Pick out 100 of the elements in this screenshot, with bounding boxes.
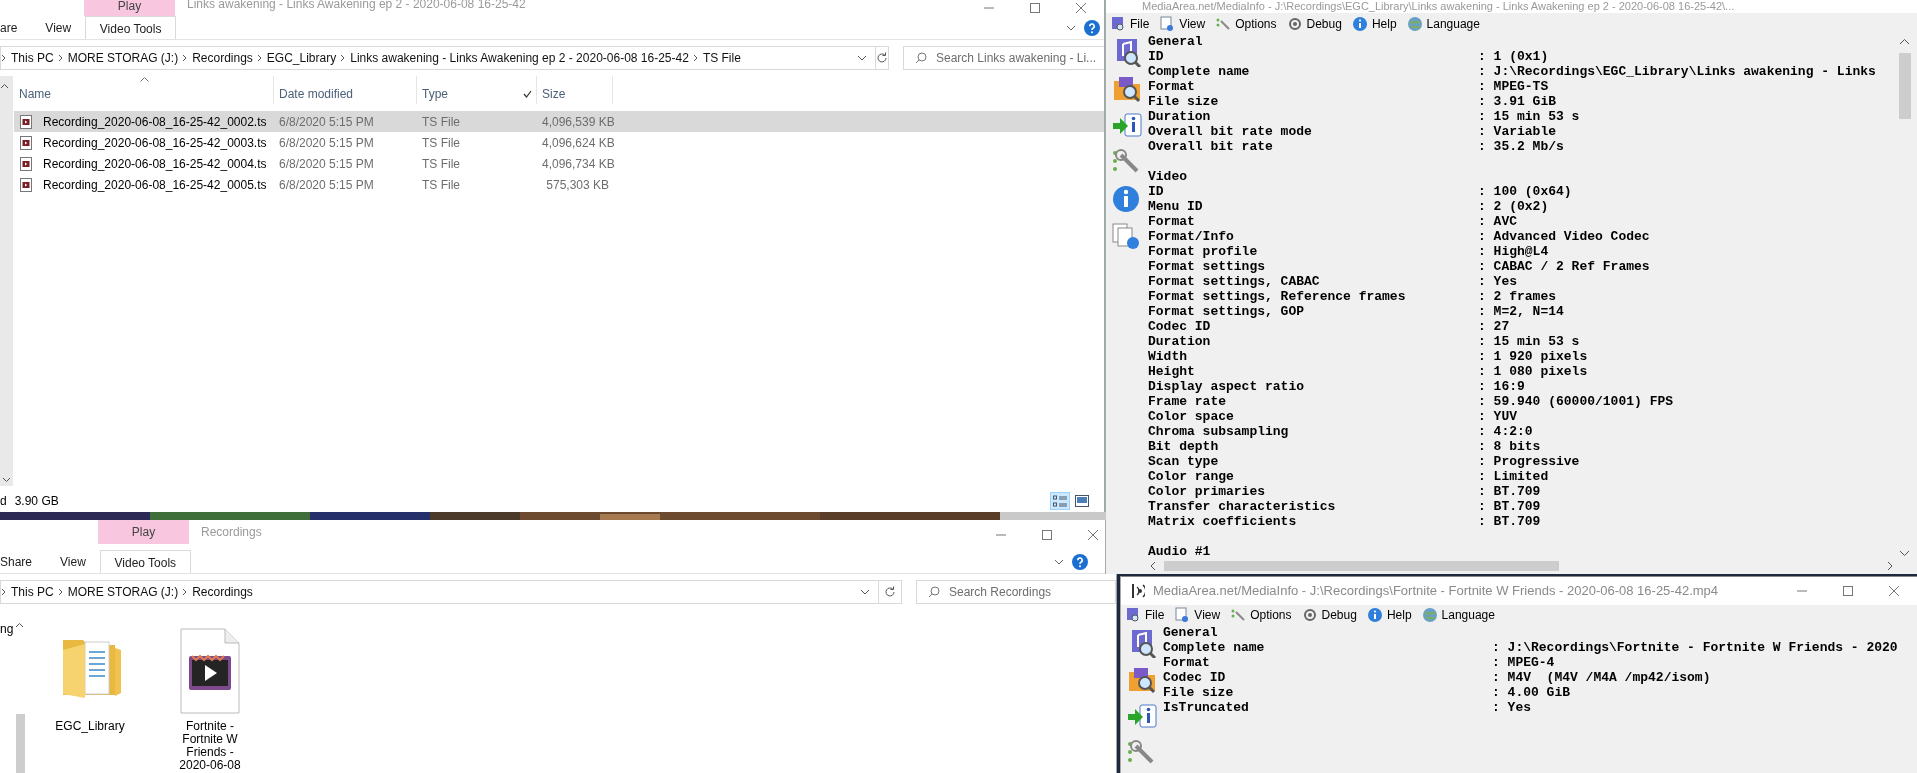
close-icon[interactable]: [1088, 530, 1098, 540]
field-value: : AVC: [1478, 214, 1517, 229]
maximize-icon[interactable]: [1843, 586, 1853, 596]
breadcrumb-item[interactable]: This PC: [7, 49, 58, 67]
dropdown-icon[interactable]: [857, 55, 867, 61]
menu-item[interactable]: View: [1174, 606, 1221, 624]
field-label: Height: [1148, 364, 1196, 379]
chevron-icon[interactable]: [57, 588, 64, 596]
file-size: 4,096,734 KB: [541, 155, 613, 173]
search-field[interactable]: Search Links awakening - Li...: [903, 46, 1104, 70]
scrollbar-thumb[interactable]: [16, 714, 25, 773]
scroll-up-icon[interactable]: [15, 622, 24, 628]
menu-item[interactable]: Help: [1366, 606, 1412, 624]
ribbon-tab[interactable]: are: [0, 16, 32, 39]
chevron-icon[interactable]: [182, 588, 189, 596]
ribbon-tab[interactable]: Video Tools: [99, 550, 191, 573]
file-row[interactable]: Recording_2020-06-08_16-25-42_0002.ts 6/8/2020 5:15 PM TS File 4,096,539 KB: [14, 111, 1104, 132]
breadcrumb-item[interactable]: TS File: [698, 49, 745, 67]
menu-item[interactable]: Language: [1421, 606, 1495, 624]
ribbon-tab[interactable]: Share: [0, 550, 47, 573]
expand-ribbon-icon[interactable]: [1066, 24, 1076, 31]
file-type: TS File: [421, 176, 461, 194]
section-heading: Video: [1148, 169, 1187, 184]
menu-item[interactable]: Language: [1406, 14, 1480, 33]
menu-item[interactable]: View: [1159, 14, 1206, 33]
file-row[interactable]: Recording_2020-06-08_16-25-42_0005.ts 6/8/2020 5:15 PM TS File 575,303 KB: [14, 174, 1104, 195]
field-value: : 8 bits: [1478, 439, 1541, 454]
close-icon[interactable]: [1076, 3, 1086, 13]
ribbon-tab[interactable]: View: [31, 16, 86, 39]
file-row[interactable]: Recording_2020-06-08_16-25-42_0003.ts 6/8/2020 5:15 PM TS File 4,096,624 KB: [14, 132, 1104, 153]
menu-item[interactable]: Debug: [1286, 14, 1342, 33]
breadcrumb-item[interactable]: MORE STORAG (J:): [63, 583, 183, 601]
help-icon[interactable]: [1084, 19, 1100, 36]
chevron-icon[interactable]: [1, 588, 7, 596]
expand-ribbon-icon[interactable]: [1054, 558, 1064, 565]
field-label: Display aspect ratio: [1148, 379, 1306, 394]
details-view-button[interactable]: [1050, 492, 1070, 510]
menu-item[interactable]: Options: [1215, 14, 1277, 33]
scroll-up-icon[interactable]: [0, 82, 9, 89]
scrollbar-thumb[interactable]: [1898, 53, 1911, 119]
field-value: : 16:9: [1478, 379, 1525, 394]
field-value: : 4.00 GiB: [1492, 685, 1570, 700]
chevron-icon[interactable]: [57, 54, 64, 62]
help-icon[interactable]: [1072, 553, 1088, 570]
field-value: : 1 920 pixels: [1478, 349, 1588, 364]
speaker-icon: [1131, 583, 1145, 599]
menu-item[interactable]: File: [1110, 14, 1150, 33]
field-label: Format settings, Reference frames: [1148, 289, 1407, 304]
scroll-left-icon[interactable]: [1148, 560, 1158, 572]
field-label: Format: [1163, 655, 1211, 670]
field-label: Color range: [1148, 469, 1235, 484]
breadcrumb-item[interactable]: Links awakening - Links Awakening ep 2 - 2020-06-08 16-25-42: [346, 49, 693, 67]
dropdown-icon[interactable]: [860, 589, 870, 595]
chevron-icon[interactable]: [182, 54, 189, 62]
breadcrumb-item[interactable]: EGC_Library: [262, 49, 341, 67]
refresh-button[interactable]: [878, 580, 902, 604]
breadcrumb-item[interactable]: Recordings: [188, 49, 257, 67]
menu-item[interactable]: File: [1125, 606, 1165, 624]
chevron-icon[interactable]: [256, 54, 263, 62]
menu-item[interactable]: Options: [1230, 606, 1292, 624]
field-label: Width: [1148, 349, 1188, 364]
address-bar[interactable]: This PC MORE STORAG (J:) Recordings EGC_Library Links awakening - Links Awakening ep 2 - 2020-06-08 16-25-42 TS File: [0, 46, 875, 70]
address-bar[interactable]: This PC MORE STORAG (J:) Recordings: [0, 580, 878, 604]
field-label: ID: [1148, 184, 1165, 199]
field-label: Format settings: [1148, 259, 1267, 274]
video-file-icon: [19, 156, 33, 171]
scroll-right-icon[interactable]: [1885, 560, 1895, 572]
scrollbar[interactable]: [0, 76, 13, 486]
chevron-icon[interactable]: [692, 54, 699, 62]
file-size: 4,096,624 KB: [541, 134, 613, 152]
field-value: : 35.2 Mb/s: [1478, 139, 1564, 154]
large-icons-view-button[interactable]: [1072, 492, 1092, 510]
ribbon-tab[interactable]: View: [46, 550, 100, 573]
breadcrumb-item[interactable]: This PC: [7, 583, 58, 601]
breadcrumb-item[interactable]: Recordings: [188, 583, 257, 601]
field-label: Matrix coefficients: [1148, 514, 1298, 529]
field-value: : J:\Recordings\Fortnite - Fortnite W Friends - 2020: [1492, 640, 1898, 655]
chevron-icon[interactable]: [1, 54, 7, 62]
field-value: : BT.709: [1478, 484, 1541, 499]
check-icon[interactable]: [523, 90, 532, 98]
maximize-icon[interactable]: [1030, 3, 1040, 13]
file-row[interactable]: Recording_2020-06-08_16-25-42_0004.ts 6/8/2020 5:15 PM TS File 4,096,734 KB: [14, 153, 1104, 174]
file-size: 4,096,539 KB: [541, 113, 613, 131]
chevron-icon[interactable]: [340, 54, 347, 62]
scroll-down-icon[interactable]: [2, 477, 11, 483]
field-value: : Variable: [1478, 124, 1556, 139]
search-field[interactable]: Search Recordings: [916, 580, 1116, 604]
scrollbar-thumb[interactable]: [1164, 561, 1559, 571]
field-value: : 27: [1478, 319, 1510, 334]
field-value: : CABAC / 2 Ref Frames: [1478, 259, 1650, 274]
close-icon[interactable]: [1889, 586, 1899, 596]
refresh-icon: [884, 586, 896, 598]
ribbon-tab[interactable]: Video Tools: [85, 16, 177, 39]
breadcrumb-item[interactable]: MORE STORAG (J:): [63, 49, 183, 67]
menu-item[interactable]: Debug: [1301, 606, 1357, 624]
section-heading: General: [1148, 34, 1203, 49]
refresh-button[interactable]: [875, 46, 889, 70]
maximize-icon[interactable]: [1042, 530, 1052, 540]
menu-item[interactable]: Help: [1351, 14, 1397, 33]
file-label: EGC_Library: [55, 720, 125, 733]
